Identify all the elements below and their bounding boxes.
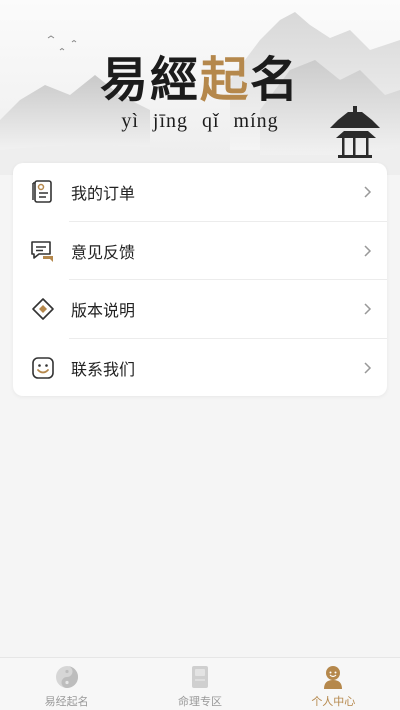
order-scroll-icon bbox=[29, 178, 57, 206]
chevron-right-icon bbox=[364, 362, 372, 374]
menu-item-label: 联系我们 bbox=[71, 359, 136, 379]
tab-yijing-naming[interactable]: 易经起名 bbox=[0, 658, 133, 710]
yin-yang-icon bbox=[55, 666, 78, 688]
feedback-chat-icon bbox=[29, 237, 57, 265]
book-icon bbox=[191, 666, 208, 688]
menu-item-label: 版本说明 bbox=[71, 301, 136, 321]
title-char-2: 經 bbox=[149, 52, 200, 108]
header-banner: 易經起名 yì jīng qǐ míng bbox=[0, 0, 400, 175]
menu-item-version-notes[interactable]: 版本说明 bbox=[13, 280, 387, 339]
title-char-1: 易 bbox=[99, 52, 150, 108]
menu-item-label: 我的订单 bbox=[71, 184, 136, 204]
tab-fortune-zone[interactable]: 命理专区 bbox=[133, 658, 266, 710]
menu-item-my-orders[interactable]: 我的订单 bbox=[13, 163, 387, 222]
menu-item-label: 意见反馈 bbox=[71, 242, 136, 262]
contact-face-icon bbox=[29, 354, 57, 382]
tab-personal-center[interactable]: 个人中心 bbox=[267, 658, 400, 710]
chevron-right-icon bbox=[364, 186, 372, 198]
menu-item-feedback[interactable]: 意见反馈 bbox=[13, 222, 387, 280]
chevron-right-icon bbox=[364, 303, 372, 315]
tab-label: 个人中心 bbox=[311, 695, 356, 708]
title-char-4: 名 bbox=[250, 52, 301, 108]
tab-label: 易经起名 bbox=[44, 695, 89, 708]
menu-card: 我的订单 意见反馈 版本说明 联系我们 bbox=[13, 163, 387, 396]
tab-label: 命理专区 bbox=[177, 695, 222, 708]
title-char-3: 起 bbox=[200, 52, 251, 108]
menu-item-contact-us[interactable]: 联系我们 bbox=[13, 339, 387, 398]
chevron-right-icon bbox=[364, 245, 372, 257]
app-title-pinyin: yì jīng qǐ míng bbox=[121, 110, 279, 132]
app-title: 易經起名 bbox=[0, 40, 400, 110]
bottom-tab-bar: 易经起名 命理专区 个人中心 bbox=[0, 657, 400, 710]
person-icon bbox=[324, 666, 343, 689]
version-diamond-icon bbox=[29, 295, 57, 323]
